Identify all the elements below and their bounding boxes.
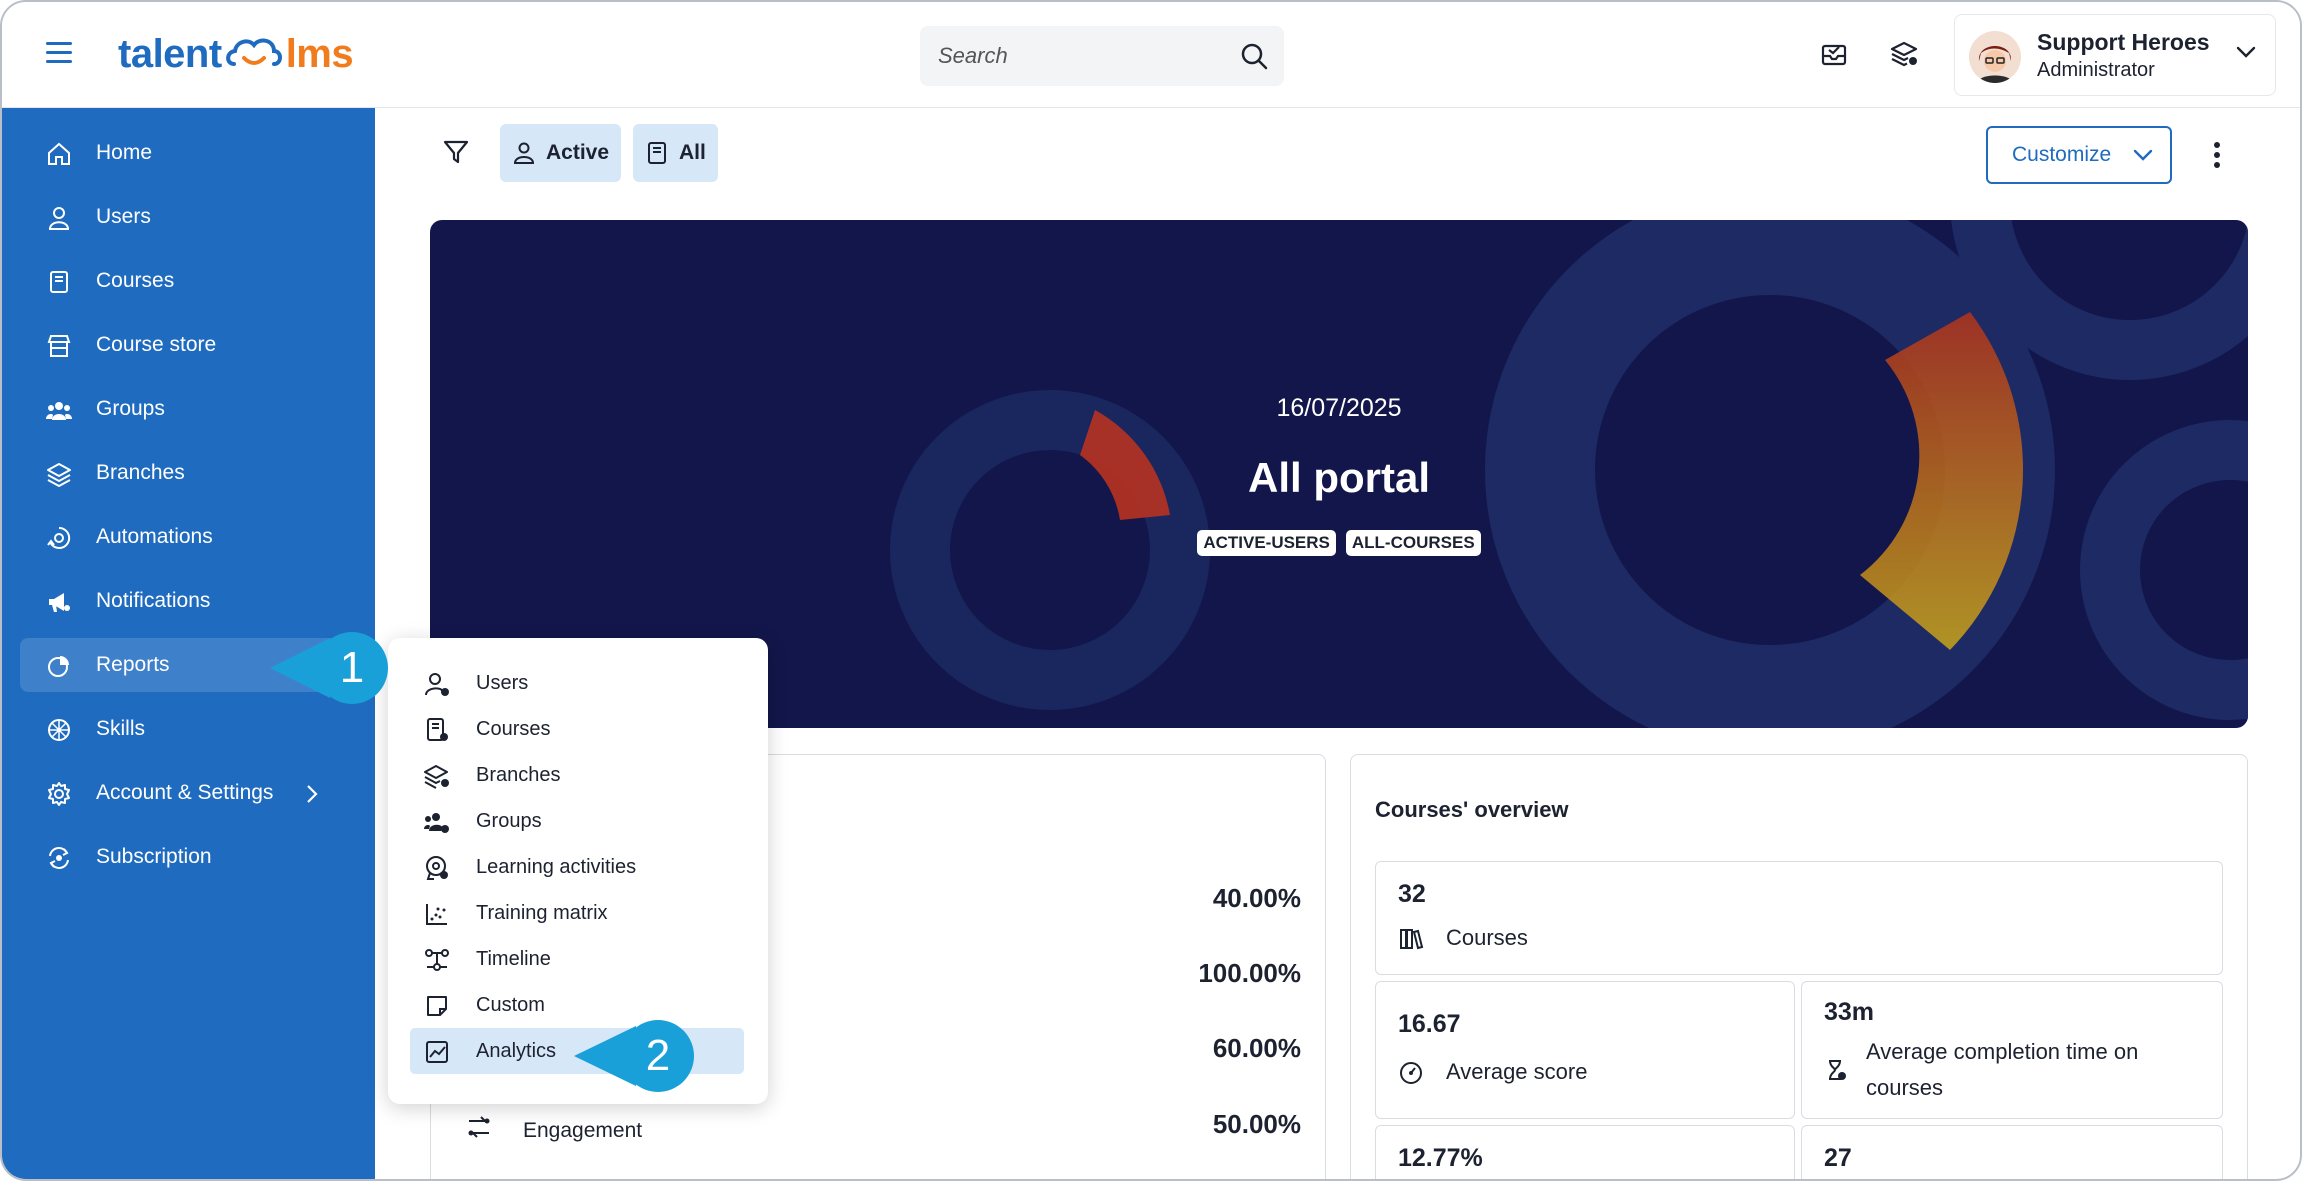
pie-chart-icon <box>48 656 69 677</box>
stat-value: 100.00% <box>1198 958 1301 988</box>
courses-books-icon <box>1400 929 1424 950</box>
stat-value: 40.00% <box>1212 883 1301 913</box>
chevron-down-icon[interactable] <box>2235 45 2257 59</box>
customize-button[interactable]: Customize <box>1986 126 2172 184</box>
inbox-icon[interactable] <box>1818 38 1850 70</box>
analytics-icon <box>426 1041 448 1063</box>
group-report-icon <box>424 813 449 833</box>
engagement-icon <box>468 1116 490 1138</box>
menu-item-branches-report[interactable]: Branches <box>410 752 744 798</box>
menu-item-courses-report[interactable]: Courses <box>410 706 744 752</box>
chevron-right-icon <box>307 785 318 803</box>
active-users-chip[interactable]: Active <box>500 124 622 182</box>
callout-step-1: 1 <box>270 632 388 704</box>
tag-active-users: ACTIVE-USERS <box>1197 530 1336 556</box>
groups-icon <box>46 402 72 420</box>
menu-item-users-report[interactable]: Users <box>410 660 744 706</box>
learning-activities-icon <box>426 856 448 880</box>
chevron-down-icon <box>2133 149 2153 161</box>
layers-icon <box>47 463 71 487</box>
sidebar-item-account-settings[interactable]: Account & Settings <box>20 766 362 820</box>
book-icon <box>50 271 68 293</box>
stat-value: 60.00% <box>1212 1033 1301 1063</box>
menu-item-training-matrix[interactable]: Training matrix <box>410 890 744 936</box>
sidebar-item-skills[interactable]: Skills <box>20 702 362 756</box>
average-completion-time-stat: 33m Average completion time on courses <box>1801 981 2223 1119</box>
banner-date: 16/07/2025 <box>1276 394 1402 422</box>
menu-item-groups-report[interactable]: Groups <box>410 798 744 844</box>
all-courses-chip[interactable]: All <box>633 124 718 182</box>
sidebar-item-courses[interactable]: Courses <box>20 254 362 308</box>
stat-value: 50.00% <box>1212 1109 1301 1139</box>
filter-icon[interactable] <box>442 138 470 166</box>
sidebar-item-course-store[interactable]: Course store <box>20 318 362 372</box>
tag-all-courses: ALL-COURSES <box>1345 530 1481 556</box>
layers-settings-icon[interactable] <box>1888 38 1920 70</box>
completion-rate-stat: 12.77% <box>1375 1125 1795 1179</box>
engagement-label: Engagement <box>523 1119 643 1142</box>
more-options-icon[interactable] <box>2210 142 2224 170</box>
menu-item-timeline[interactable]: Timeline <box>410 936 744 982</box>
user-icon <box>48 207 70 230</box>
hourglass-icon <box>1829 1060 1846 1080</box>
gauge-icon <box>1400 1062 1422 1084</box>
user-name: Support Heroes <box>2037 29 2210 55</box>
search-box[interactable] <box>920 26 1284 86</box>
store-icon <box>47 335 71 357</box>
custom-report-icon <box>427 996 447 1016</box>
gear-icon <box>48 782 70 806</box>
training-matrix-icon <box>426 904 447 925</box>
search-icon[interactable] <box>1240 42 1268 70</box>
branch-report-icon <box>424 765 449 789</box>
automation-icon <box>47 526 71 549</box>
banner-tags: ACTIVE-USERS ALL-COURSES <box>430 530 2248 556</box>
callout-step-2: 2 <box>574 1020 694 1092</box>
skills-icon <box>48 719 70 741</box>
average-score-stat: 16.67 Average score <box>1375 981 1795 1119</box>
sidebar-item-branches[interactable]: Branches <box>20 446 362 500</box>
user-icon <box>513 142 535 164</box>
top-bar: talent lms Search Support Heroes Adminis… <box>2 2 2300 108</box>
user-role: Administrator <box>2037 59 2155 81</box>
search-input[interactable] <box>938 43 1218 69</box>
avatar <box>1969 31 2021 83</box>
menu-item-learning-activities[interactable]: Learning activities <box>410 844 744 890</box>
cloud-smile-icon <box>225 38 282 66</box>
user-report-icon <box>425 673 449 696</box>
sidebar-item-subscription[interactable]: Subscription <box>20 830 362 884</box>
book-icon <box>648 142 666 164</box>
sidebar-item-automations[interactable]: Automations <box>20 510 362 564</box>
home-icon <box>48 142 70 165</box>
sidebar-item-home[interactable]: Home <box>20 126 362 180</box>
sidebar-item-groups[interactable]: Groups <box>20 382 362 436</box>
subscription-icon <box>49 847 69 869</box>
sidebar-item-users[interactable]: Users <box>20 190 362 244</box>
timeline-icon <box>425 949 449 971</box>
course-report-icon <box>427 718 448 741</box>
sidebar-item-notifications[interactable]: Notifications <box>20 574 362 628</box>
card-title: Courses' overview <box>1375 797 1569 822</box>
courses-count-stat: 32 Courses <box>1375 861 2223 975</box>
count-stat: 27 <box>1801 1125 2223 1179</box>
banner-title: All portal <box>1247 454 1430 501</box>
talentlms-logo[interactable]: talent lms <box>118 28 354 80</box>
user-menu[interactable]: Support Heroes Administrator <box>1954 14 2276 96</box>
megaphone-icon <box>49 593 70 612</box>
hamburger-menu-icon[interactable] <box>46 42 72 64</box>
courses-overview-card: Courses' overview 32 Courses 16.67 Avera… <box>1350 754 2248 1179</box>
app-window: talent lms Search Support Heroes Adminis… <box>0 0 2302 1181</box>
